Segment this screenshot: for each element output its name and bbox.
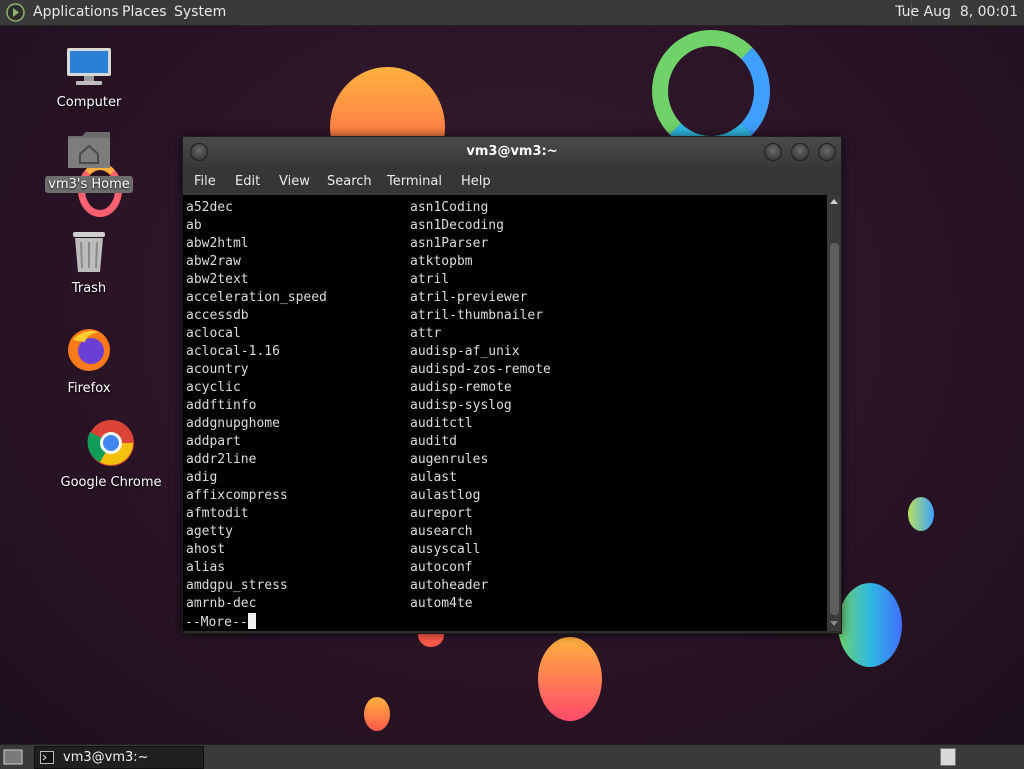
terminal-line-right: autoheader <box>410 578 489 593</box>
menu-view[interactable]: View <box>279 174 310 189</box>
terminal-menubar: File Edit View Search Terminal Help <box>183 167 841 195</box>
terminal-line-left: aclocal <box>186 326 241 341</box>
terminal-line-right: atril-previewer <box>410 290 528 305</box>
desktop-icon-label: Computer <box>56 95 122 110</box>
terminal-line-left: a52dec <box>186 200 233 215</box>
chrome-icon <box>87 420 134 466</box>
terminal-line-left: abw2text <box>186 272 249 287</box>
trash-icon <box>73 232 105 272</box>
firefox-icon <box>68 329 110 371</box>
wallpaper-blob <box>908 497 934 531</box>
terminal-line-right: atril <box>410 272 450 287</box>
terminal-line-left: abw2html <box>186 236 249 251</box>
minimize-button[interactable] <box>764 143 782 161</box>
terminal-line-left: aclocal-1.16 <box>186 344 280 359</box>
terminal-line-left: addpart <box>186 434 241 449</box>
terminal-line-right: audisp-remote <box>410 380 512 395</box>
terminal-line-right: audisp-af_unix <box>410 344 520 359</box>
terminal-line-left: addr2line <box>186 452 257 467</box>
bottom-panel: vm3@vm3:~ <box>0 744 1024 769</box>
taskbar-button-terminal[interactable]: vm3@vm3:~ <box>34 746 204 769</box>
taskbar-button-label: vm3@vm3:~ <box>63 750 149 765</box>
places-menu[interactable]: Places <box>122 4 167 20</box>
terminal-line-left: acountry <box>186 362 249 377</box>
mate-logo-icon[interactable] <box>6 3 25 22</box>
terminal-output[interactable]: a52dec ab abw2html abw2raw abw2text accelerat… <box>183 195 827 631</box>
terminal-line-right: autoconf <box>410 560 473 575</box>
terminal-line-right: audispd-zos-remote <box>410 362 551 377</box>
desktop-icon-label: Firefox <box>67 381 111 396</box>
desktop-icon-label: Trash <box>71 281 107 296</box>
terminal-line-left: accessdb <box>186 308 249 323</box>
computer-icon <box>67 48 111 85</box>
wallpaper-blob <box>838 583 902 667</box>
terminal-line-right: attr <box>410 326 442 341</box>
more-prompt: --More-- <box>185 613 256 632</box>
window-title: vm3@vm3:~ <box>466 144 558 159</box>
desktop-icon-trash[interactable]: Trash <box>34 228 144 297</box>
terminal-line-right: augenrules <box>410 452 489 467</box>
terminal-line-right: ausyscall <box>410 542 481 557</box>
maximize-button[interactable] <box>791 143 809 161</box>
terminal-line-right: aulastlog <box>410 488 481 503</box>
terminal-line-left: ab <box>186 218 202 233</box>
terminal-line-left: agetty <box>186 524 233 539</box>
desktop-icon-home[interactable]: vm3's Home <box>34 128 144 193</box>
vertical-scrollbar[interactable] <box>827 195 841 631</box>
terminal-icon <box>40 751 54 764</box>
terminal-line-left: abw2raw <box>186 254 241 269</box>
desktop-icon-label: Google Chrome <box>60 475 162 490</box>
terminal-line-left: adig <box>186 470 218 485</box>
terminal-line-left: afmtodit <box>186 506 249 521</box>
workspace-switcher[interactable] <box>940 748 956 766</box>
terminal-line-left: amrnb-dec <box>186 596 257 611</box>
terminal-line-left: addgnupghome <box>186 416 280 431</box>
terminal-titlebar[interactable]: vm3@vm3:~ <box>183 137 841 167</box>
desktop-icon-label: vm3's Home <box>45 176 133 193</box>
close-button[interactable] <box>818 143 836 161</box>
desktop-icon-chrome[interactable]: Google Chrome <box>56 418 166 491</box>
scrollbar-thumb[interactable] <box>830 243 839 615</box>
terminal-line-left: acceleration_speed <box>186 290 327 305</box>
menu-terminal[interactable]: Terminal <box>387 174 442 189</box>
terminal-line-right: asn1Decoding <box>410 218 504 233</box>
wallpaper-blob <box>538 637 602 721</box>
terminal-line-right: ausearch <box>410 524 473 539</box>
desktop-icon-firefox[interactable]: Firefox <box>34 326 144 397</box>
terminal-line-right: auditd <box>410 434 457 449</box>
terminal-line-left: addftinfo <box>186 398 257 413</box>
clock[interactable]: Tue Aug 8, 00:01 <box>895 4 1018 20</box>
terminal-line-left: amdgpu_stress <box>186 578 288 593</box>
terminal-line-right: asn1Coding <box>410 200 489 215</box>
wallpaper-ring <box>652 30 770 152</box>
terminal-line-right: asn1Parser <box>410 236 489 251</box>
scroll-down-icon[interactable] <box>830 621 838 626</box>
terminal-window[interactable]: vm3@vm3:~ File Edit View Search Terminal… <box>182 136 842 634</box>
desktop-icon-computer[interactable]: Computer <box>34 46 144 111</box>
home-folder-icon <box>68 132 110 168</box>
menu-help[interactable]: Help <box>461 174 491 189</box>
wallpaper-blob <box>364 697 390 731</box>
text-cursor <box>247 613 256 629</box>
terminal-line-right: autom4te <box>410 596 473 611</box>
scroll-up-icon[interactable] <box>830 199 838 204</box>
system-menu[interactable]: System <box>174 4 226 20</box>
terminal-line-right: auditctl <box>410 416 473 431</box>
terminal-line-left: ahost <box>186 542 226 557</box>
menu-search[interactable]: Search <box>327 174 372 189</box>
terminal-line-right: aulast <box>410 470 457 485</box>
top-panel: Applications Places System Tue Aug 8, 00… <box>0 0 1024 26</box>
terminal-line-right: aureport <box>410 506 473 521</box>
terminal-line-left: alias <box>186 560 226 575</box>
terminal-line-left: affixcompress <box>186 488 288 503</box>
terminal-line-right: atktopbm <box>410 254 473 269</box>
terminal-line-left: acyclic <box>186 380 241 395</box>
show-desktop-icon[interactable] <box>3 748 23 766</box>
menu-edit[interactable]: Edit <box>235 174 260 189</box>
terminal-line-right: atril-thumbnailer <box>410 308 544 323</box>
applications-menu[interactable]: Applications <box>33 4 119 20</box>
terminal-line-right: audisp-syslog <box>410 398 512 413</box>
menu-file[interactable]: File <box>194 174 216 189</box>
